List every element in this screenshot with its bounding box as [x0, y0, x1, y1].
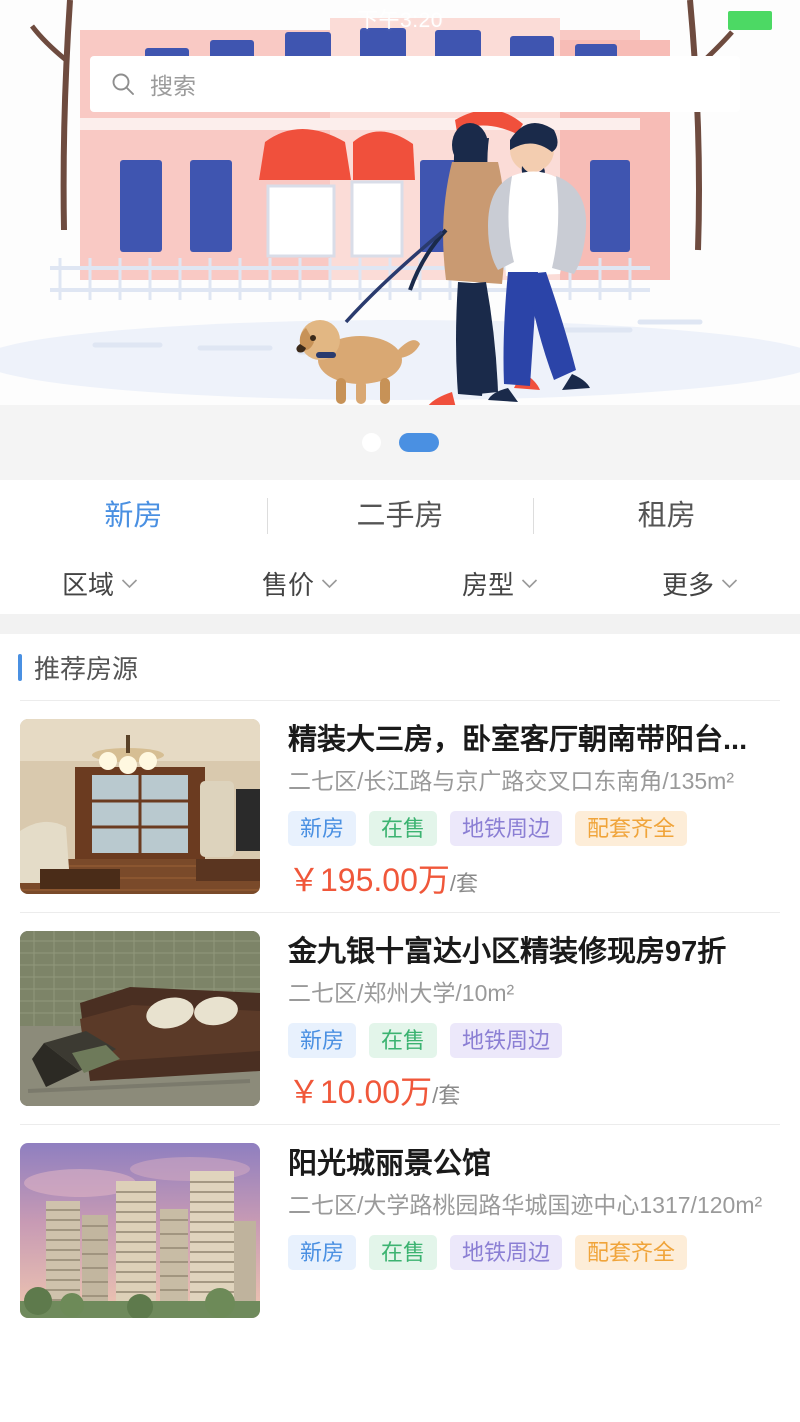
listing-subtitle: 二七区/郑州大学/10m²: [288, 980, 515, 1007]
filter-layout[interactable]: 房型: [400, 565, 600, 602]
filter-more[interactable]: 更多: [600, 565, 800, 602]
listing-title: 阳光城丽景公馆: [288, 1148, 492, 1181]
listing-subtitle: 二七区/大学路桃园路华城国迹中心1317/120m²: [288, 1192, 763, 1219]
listing-tags: 新房 在售 地铁周边: [288, 1022, 780, 1059]
listing-list: 精装大三房，卧室客厅朝南带阳台... 二七区/长江路与京广路交叉口东南角/135…: [0, 701, 800, 1335]
section-divider: [0, 614, 800, 634]
hero-banner[interactable]: 下午3:20 搜索: [0, 0, 800, 405]
status-badge: 新房: [288, 1022, 357, 1059]
listing-tags: 新房 在售 地铁周边 配套齐全: [288, 810, 780, 847]
highrise-towers-photo: [20, 1143, 260, 1319]
listing-price-unit: /套: [449, 871, 479, 897]
carousel-dot-1[interactable]: [361, 433, 381, 452]
status-badge: 地铁周边: [450, 1235, 563, 1271]
status-badge: 在售: [369, 1235, 438, 1271]
listing-price-value: ￥195.00万: [288, 862, 450, 899]
chevron-down-icon: [321, 578, 338, 588]
status-badge: 在售: [369, 1022, 438, 1059]
filter-price[interactable]: 售价: [200, 565, 400, 602]
listing-price-value: ￥10.00万: [288, 1074, 433, 1111]
listing-info: 阳光城丽景公馆 二七区/大学路桃园路华城国迹中心1317/120m² 新房 在售…: [288, 1143, 780, 1318]
table-row[interactable]: 阳光城丽景公馆 二七区/大学路桃园路华城国迹中心1317/120m² 新房 在售…: [0, 1125, 800, 1334]
listing-thumbnail[interactable]: [20, 931, 260, 1107]
category-tabs: 新房 二手房 租房: [0, 480, 800, 552]
listing-price: ￥195.00万/套: [288, 864, 780, 896]
tab-rental[interactable]: 租房: [533, 501, 800, 531]
status-badge: 配套齐全: [575, 1235, 688, 1271]
chevron-down-icon: [721, 578, 738, 588]
living-room-photo: [20, 719, 260, 894]
chevron-down-icon: [521, 578, 538, 588]
filter-region[interactable]: 区域: [0, 565, 200, 602]
section-accent-bar: [18, 653, 22, 681]
tab-second-hand[interactable]: 二手房: [267, 501, 534, 531]
status-badge: 新房: [288, 810, 357, 847]
listing-title: 精装大三房，卧室客厅朝南带阳台...: [288, 724, 748, 756]
search-placeholder: 搜索: [150, 73, 196, 99]
listing-tags: 新房 在售 地铁周边 配套齐全: [288, 1235, 780, 1271]
filter-region-label: 区域: [61, 569, 114, 600]
listing-info: 精装大三房，卧室客厅朝南带阳台... 二七区/长江路与京广路交叉口东南角/135…: [288, 719, 780, 896]
status-badge: 地铁周边: [450, 1022, 563, 1059]
status-badge: 地铁周边: [450, 810, 563, 847]
status-badge: 配套齐全: [575, 810, 688, 847]
listing-price-unit: /套: [432, 1083, 461, 1109]
carousel-dot-2[interactable]: [398, 433, 439, 452]
listing-title: 金九银十富达小区精装修现房97折: [288, 936, 727, 969]
patio-sofa-photo: [20, 931, 260, 1107]
table-row[interactable]: 金九银十富达小区精装修现房97折 二七区/郑州大学/10m² 新房 在售 地铁周…: [0, 913, 800, 1124]
listing-price: ￥10.00万/套: [288, 1076, 780, 1108]
section-title: 推荐房源: [34, 653, 139, 684]
status-badge: 新房: [288, 1235, 357, 1271]
app-screen: 下午3:20 搜索 新房 二手房 租房 区域 售价 房型 更多 推荐房源 精装大…: [0, 0, 800, 1422]
table-row[interactable]: 精装大三房，卧室客厅朝南带阳台... 二七区/长江路与京广路交叉口东南角/135…: [0, 701, 800, 912]
filter-price-label: 售价: [261, 569, 314, 600]
listing-thumbnail[interactable]: [20, 719, 260, 894]
filter-layout-label: 房型: [461, 569, 514, 600]
listing-thumbnail[interactable]: [20, 1143, 260, 1319]
carousel-dots: [0, 405, 800, 480]
status-badge: 在售: [369, 810, 438, 847]
tab-new-homes[interactable]: 新房: [0, 501, 267, 531]
search-icon: [110, 71, 136, 97]
filter-bar: 区域 售价 房型 更多: [0, 552, 800, 614]
filter-more-label: 更多: [661, 569, 714, 600]
listing-subtitle: 二七区/长江路与京广路交叉口东南角/135m²: [288, 768, 734, 795]
recommended-section-header: 推荐房源: [0, 634, 800, 700]
listing-info: 金九银十富达小区精装修现房97折 二七区/郑州大学/10m² 新房 在售 地铁周…: [288, 931, 780, 1108]
chevron-down-icon: [121, 578, 138, 588]
search-input[interactable]: 搜索: [90, 56, 740, 112]
